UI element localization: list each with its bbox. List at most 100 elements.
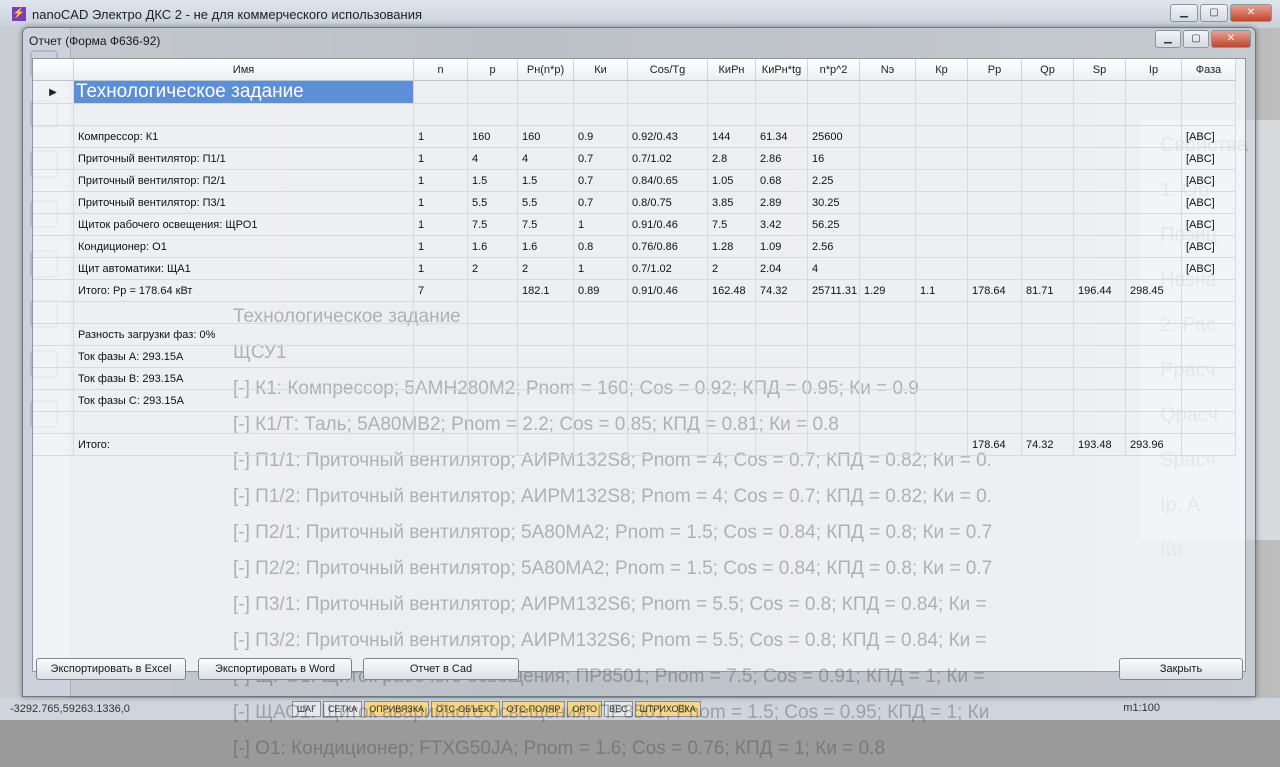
row-selector[interactable] (33, 191, 74, 214)
export-word-button[interactable]: Экспортировать в Word (198, 658, 352, 680)
table-cell (967, 345, 1022, 368)
column-header[interactable]: Ip (1125, 59, 1182, 81)
table-cell (755, 103, 808, 126)
table-cell: 298.45 (1125, 279, 1182, 302)
column-header[interactable]: Кр (915, 59, 968, 81)
empty-row[interactable] (33, 411, 1236, 434)
table-row[interactable]: Компрессор: К1 1 160 160 0.9 0.92/0.43 144 61.3… (33, 125, 1236, 148)
table-cell (967, 169, 1022, 192)
table-cell (1021, 411, 1074, 434)
table-cell (755, 301, 808, 324)
table-row[interactable]: Кондиционер: О1 1 1.6 1.6 0.8 0.76/0.86 1.28 1.… (33, 235, 1236, 258)
row-selector[interactable]: ▶ (33, 80, 74, 104)
column-header[interactable]: Cos/Tg (627, 59, 708, 81)
table-row[interactable]: Щиток рабочего освещения: ЩРО1 1 7.5 7.5 1 0.… (33, 213, 1236, 236)
column-header[interactable]: n*p^2 (807, 59, 860, 81)
report-to-cad-button[interactable]: Отчет в Cad (363, 658, 519, 680)
table-cell (707, 80, 756, 104)
table-cell (1181, 323, 1236, 346)
table-row[interactable]: Приточный вентилятор: П1/1 1 4 4 0.7 0.7/1.02… (33, 147, 1236, 170)
column-header[interactable]: Nэ (859, 59, 916, 81)
table-cell (859, 389, 916, 412)
dialog-title: Отчет (Форма Ф636-92) (29, 34, 161, 48)
row-selector[interactable] (33, 125, 74, 148)
table-cell (967, 367, 1022, 390)
maximize-icon[interactable]: ▢ (1200, 4, 1228, 22)
minimize-icon[interactable]: ▁ (1170, 4, 1198, 22)
table-cell: 16 (807, 147, 860, 170)
row-selector[interactable] (33, 147, 74, 170)
table-cell: 3.42 (755, 213, 808, 236)
table-cell (33, 103, 74, 126)
row-selector[interactable] (33, 169, 74, 192)
column-header[interactable]: n (413, 59, 468, 81)
table-cell (915, 433, 968, 456)
table-cell (915, 323, 968, 346)
row-selector[interactable] (33, 257, 74, 280)
scale-readout[interactable]: m1:100 (1123, 702, 1160, 714)
minimize-icon[interactable]: ▁ (1155, 30, 1181, 48)
table-cell (1073, 411, 1126, 434)
row-selector[interactable] (33, 323, 74, 346)
table-row[interactable]: Щит автоматики: ЩА1 1 2 2 1 0.7/1.02 2 2.04 4 [AB… (33, 257, 1236, 280)
column-header[interactable]: Рн(n*p) (517, 59, 574, 81)
table-cell (627, 433, 708, 456)
table-cell: 1.6 (467, 235, 518, 258)
table-cell (517, 80, 574, 104)
table-row[interactable]: Приточный вентилятор: П3/1 1 5.5 5.5 0.7 0.8/… (33, 191, 1236, 214)
column-header[interactable]: Sp (1073, 59, 1126, 81)
table-cell: 178.64 (967, 433, 1022, 456)
column-header[interactable]: Рр (967, 59, 1022, 81)
close-button[interactable]: Закрыть (1119, 658, 1243, 680)
table-cell (1073, 125, 1126, 148)
row-selector[interactable] (33, 345, 74, 368)
row-selector[interactable] (33, 389, 74, 412)
table-cell (1073, 345, 1126, 368)
row-selector[interactable] (33, 411, 74, 434)
table-cell: 30.25 (807, 191, 860, 214)
spacer-row (33, 103, 1236, 126)
column-header[interactable]: Имя (73, 59, 414, 81)
table-cell (967, 147, 1022, 170)
total-row[interactable]: Итого: Рр = 178.64 кВт 7 182.1 0.89 0.91/0.4… (33, 279, 1236, 302)
close-icon[interactable]: ✕ (1211, 30, 1251, 48)
column-header[interactable]: Фаза (1181, 59, 1236, 81)
grand-total-row[interactable]: Итого: 178.64 74.32 193.48 293.96 (33, 433, 1236, 456)
column-header[interactable]: Qр (1021, 59, 1074, 81)
table-cell: 0.68 (755, 169, 808, 192)
table-cell: 4 (517, 147, 574, 170)
table-cell (1021, 323, 1074, 346)
table-cell (1021, 147, 1074, 170)
table-cell (413, 389, 468, 412)
table-row[interactable]: Приточный вентилятор: П2/1 1 1.5 1.5 0.7 0.84… (33, 169, 1236, 192)
empty-row[interactable] (33, 301, 1236, 324)
column-header[interactable]: КиРн (707, 59, 756, 81)
column-header[interactable]: КиРн*tg (755, 59, 808, 81)
report-table: Имя n p Рн(n*p) Ки Cos/Tg КиРн КиРн*tg n*p^2 Nэ Кр… (33, 59, 1236, 456)
info-row: Ток фазы В: 293.15А (33, 367, 1236, 390)
close-icon[interactable]: ✕ (1230, 4, 1272, 22)
row-selector[interactable] (33, 235, 74, 258)
table-cell (1125, 147, 1182, 170)
row-selector[interactable] (33, 213, 74, 236)
table-cell (859, 125, 916, 148)
maximize-icon[interactable]: ▢ (1183, 30, 1209, 48)
export-excel-button[interactable]: Экспортировать в Excel (36, 658, 186, 680)
table-cell: 1.09 (755, 235, 808, 258)
row-selector[interactable] (33, 279, 74, 302)
table-cell: 0.76/0.86 (627, 235, 708, 258)
table-cell (707, 411, 756, 434)
column-header[interactable]: Ки (573, 59, 628, 81)
report-grid[interactable]: Технологическое задание ЩСУ1 [-] К1: Компр… (32, 58, 1246, 759)
table-cell (573, 80, 628, 104)
row-selector[interactable] (33, 367, 74, 390)
table-cell (517, 389, 574, 412)
column-header[interactable]: p (467, 59, 518, 81)
row-selector[interactable] (33, 433, 74, 456)
table-cell (467, 367, 518, 390)
row-selector[interactable] (33, 301, 74, 324)
dialog-window-controls: ▁ ▢ ✕ (1155, 30, 1251, 48)
info-row: Ток фазы А: 293.15А (33, 345, 1236, 368)
row-selector-header[interactable] (33, 59, 74, 81)
table-cell (807, 323, 860, 346)
